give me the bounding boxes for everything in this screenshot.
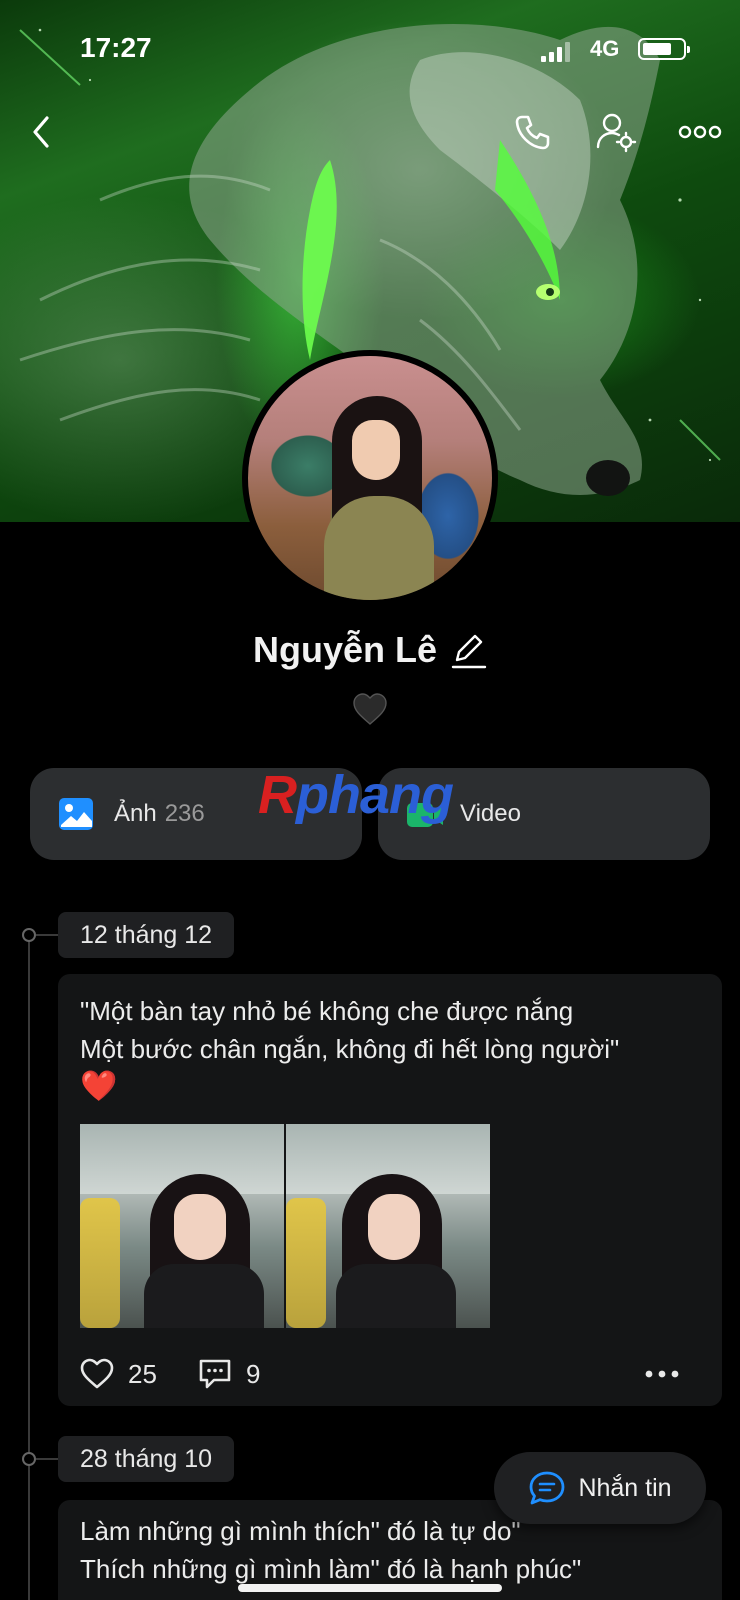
like-count: 25 [128,1358,157,1389]
videos-label: Video [460,800,521,827]
status-time: 17:27 [80,32,152,63]
post-more-button[interactable] [644,1354,680,1394]
black-heart-icon [353,693,387,725]
back-button[interactable] [18,108,66,156]
timeline-connector [36,1458,58,1460]
heart-outline-icon [80,1358,114,1389]
post-actions: 25 9 [80,1354,700,1394]
image-icon [59,798,93,830]
post-date-chip: 12 tháng 12 [58,912,235,958]
phone-icon [515,115,550,150]
photos-count: 236 [164,800,205,827]
cellular-signal-icon [541,42,571,62]
comment-button[interactable]: 9 [198,1354,260,1394]
network-type: 4G [590,36,620,61]
timeline-connector [36,934,58,936]
chevron-left-icon [33,116,49,148]
profile-name-row: Nguyễn Lê [0,620,740,680]
post-text-line: Làm những gì mình thích" đó là tự do" [80,1516,521,1546]
avatar[interactable] [242,350,498,606]
photos-label: Ảnh [114,800,157,827]
chat-bubble-icon [530,1471,565,1505]
watermark-logo: Rphang [258,765,454,825]
call-button[interactable] [508,108,556,156]
timeline-line [28,934,30,1600]
post-date-chip: 28 tháng 10 [58,1436,235,1482]
timeline-dot [22,1452,36,1466]
battery-icon [638,38,690,60]
timeline-dot [22,928,36,942]
comment-icon [199,1359,231,1389]
more-dots-icon [645,1370,679,1378]
send-message-button[interactable]: Nhắn tin [494,1452,706,1524]
post-text-line: "Một bàn tay nhỏ bé không che được nắng [80,996,574,1026]
more-options-button[interactable] [676,108,724,156]
like-button[interactable]: 25 [80,1354,157,1394]
more-horizontal-icon [678,125,722,139]
post-text-line: Thích những gì mình làm" đó là hạnh phúc… [80,1554,582,1584]
home-indicator[interactable] [238,1584,502,1592]
pencil-icon[interactable] [451,630,487,670]
send-message-label: Nhắn tin [578,1473,672,1502]
user-settings-icon [596,113,637,153]
comment-count: 9 [246,1358,261,1389]
profile-screen: 17:27 4G Nguyễn Lê Ảnh 236 Video Rphang … [0,0,740,1600]
red-heart-icon: ❤️ [80,1070,118,1103]
profile-settings-button[interactable] [592,108,640,156]
post-card[interactable]: "Một bàn tay nhỏ bé không che được nắng … [58,974,722,1406]
bio-heart [352,692,388,726]
status-bar: 17:27 4G [0,30,740,70]
post-photo[interactable] [80,1124,284,1328]
post-text-line: Một bước chân ngắn, không đi hết lòng ng… [80,1034,620,1064]
post-photo[interactable] [286,1124,490,1328]
profile-name: Nguyễn Lê [252,629,438,670]
